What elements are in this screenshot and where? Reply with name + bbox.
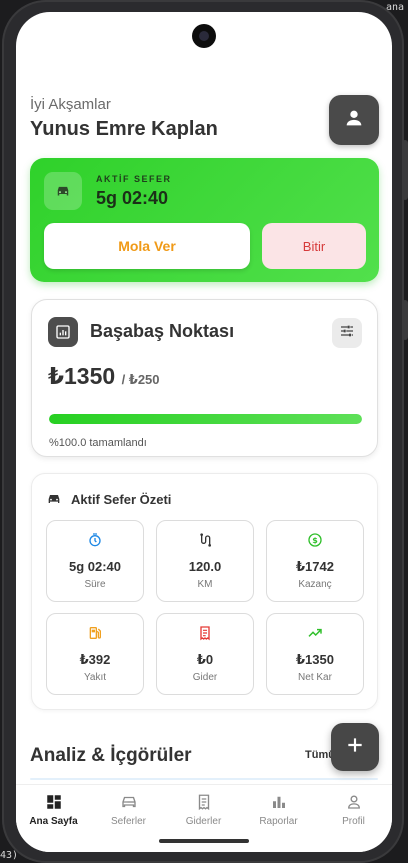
nav-item-home[interactable]: Ana Sayfa [16,793,91,827]
tile-label: Yakıt [83,672,107,683]
break-even-target: / ₺250 [121,372,160,387]
receipt-icon [166,793,241,813]
nav-item-trips[interactable]: Seferler [91,793,166,827]
summary-tile-duration: 5g 02:40 Süre [46,520,144,602]
bar-chart-icon [241,793,316,813]
tune-button[interactable] [332,318,362,348]
person-icon [316,793,391,813]
tile-value: ₺392 [79,652,111,667]
nav-label: Profil [342,816,365,827]
tile-value: ₺0 [196,652,214,667]
svg-text:$: $ [312,536,318,545]
summary-tile-earnings: $ ₺1742 Kazanç [266,520,364,602]
break-even-value: ₺1350 [48,363,116,389]
tile-value: ₺1350 [296,652,334,667]
profile-button[interactable] [329,95,379,145]
user-name: Yunus Emre Kaplan [30,118,218,140]
tile-label: Gider [192,672,218,683]
nav-label: Giderler [185,816,222,827]
nav-label: Seferler [110,816,146,827]
finish-button[interactable]: Bitir [262,223,366,269]
timer-icon [47,532,143,548]
power-button [402,300,408,340]
break-even-progress-bar [49,414,362,424]
plus-icon [345,735,365,760]
summary-tile-expense: ₺0 Gider [156,613,254,695]
tile-label: KM [197,579,213,590]
car-icon [44,172,82,210]
greeting-text: İyi Akşamlar [30,96,111,113]
dashboard-icon [16,793,91,813]
pause-button[interactable]: Mola Ver [44,223,250,269]
active-trip-card: AKTİF SEFER 5g 02:40 Mola Ver Bitir [30,158,379,282]
analysis-title: Analiz & İçgörüler [30,745,192,766]
route-icon [157,532,253,548]
app-screen: İyi Akşamlar Yunus Emre Kaplan AKTİF SEF… [16,12,392,852]
summary-tile-fuel: ₺392 Yakıt [46,613,144,695]
summary-tile-km: 120.0 KM [156,520,254,602]
break-even-card: Başabaş Noktası ₺1350 / ₺250 %100.0 tama… [31,299,378,457]
break-even-progress-text: %100.0 tamamlandı [49,437,147,449]
nav-item-expenses[interactable]: Giderler [166,793,241,827]
tile-value: 5g 02:40 [68,559,122,574]
analysis-card-edge [30,778,378,780]
nav-label: Raporlar [259,816,298,827]
car-icon [46,491,62,512]
trip-summary-title: Aktif Sefer Özeti [71,492,172,507]
tile-value: ₺1742 [296,559,334,574]
tune-icon [339,323,355,344]
active-trip-duration: 5g 02:40 [96,188,169,208]
nav-item-reports[interactable]: Raporlar [241,793,316,827]
summary-tile-net-profit: ₺1350 Net Kar [266,613,364,695]
break-even-amount: ₺1350 / ₺250 [48,363,160,390]
trip-summary-card: Aktif Sefer Özeti 5g 02:40 Süre 120.0 KM… [31,473,378,710]
tile-label: Süre [84,579,106,590]
dollar-icon: $ [267,532,363,548]
tile-label: Kazanç [298,579,332,590]
active-trip-label: AKTİF SEFER [96,174,172,184]
fuel-icon [47,625,143,641]
person-icon [343,107,365,134]
car-icon [91,793,166,813]
receipt-icon [157,625,253,641]
break-even-title: Başabaş Noktası [90,321,235,341]
add-button[interactable] [331,723,379,771]
nav-label: Ana Sayfa [29,816,78,827]
trending-up-icon [267,625,363,641]
phone-frame: İyi Akşamlar Yunus Emre Kaplan AKTİF SEF… [2,0,408,863]
analytics-icon [48,317,78,347]
volume-button [402,140,408,200]
nav-item-profile[interactable]: Profil [316,793,391,827]
tile-value: 120.0 [188,559,222,574]
break-even-progress-fill [49,414,362,424]
tile-label: Net Kar [298,672,332,683]
front-camera [192,24,216,48]
home-indicator [159,839,249,843]
